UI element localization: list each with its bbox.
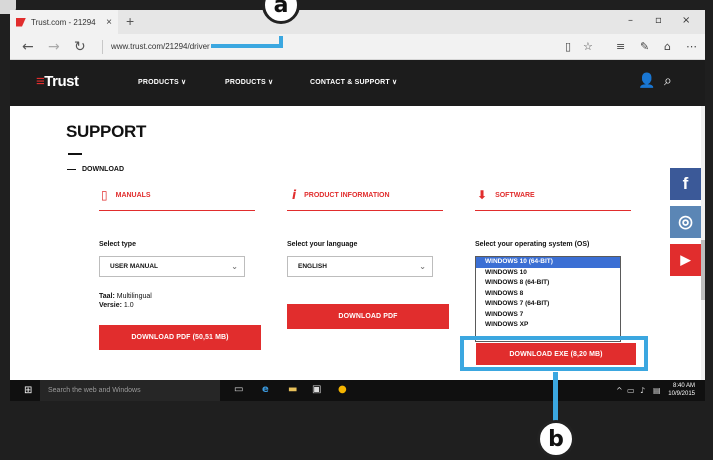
scrollbar-thumb[interactable] (701, 240, 705, 300)
web-note-icon[interactable]: ✎ (640, 40, 649, 53)
nav-contact-support[interactable]: CONTACT & SUPPORT ∨ (310, 78, 397, 86)
taskbar-clock[interactable]: 8:40 AM 10/9/2015 (668, 382, 695, 398)
product-info-heading: i PRODUCT INFORMATION (292, 188, 390, 202)
network-icon[interactable]: ▭ (627, 386, 635, 395)
os-option[interactable]: WINDOWS 8 (476, 289, 620, 300)
forward-arrow-icon[interactable]: → (48, 39, 60, 55)
breadcrumb: DOWNLOAD (67, 166, 124, 173)
product-info-divider (287, 210, 443, 211)
user-icon[interactable]: 👤 (638, 73, 655, 89)
chevron-down-icon: ⌄ (419, 262, 426, 271)
file-explorer-icon[interactable]: ▬ (288, 384, 297, 395)
tab-title: Trust.com - 21294 (31, 17, 96, 27)
os-option[interactable]: WINDOWS 7 (476, 310, 620, 321)
select-language-label: Select your language (287, 241, 358, 248)
os-option[interactable]: WINDOWS 7 (64-BIT) (476, 299, 620, 310)
software-heading: ⬇ SOFTWARE (477, 188, 535, 202)
manual-info: Taal: Multilingual Versie: 1.0 (99, 293, 152, 309)
os-select-list[interactable]: WINDOWS 10 (64-BIT) WINDOWS 10 WINDOWS 8 (… (475, 256, 621, 342)
select-type-label: Select type (99, 241, 136, 248)
software-divider (475, 210, 631, 211)
volume-icon[interactable]: ♪ (640, 386, 645, 395)
instagram-icon[interactable]: ◎ (670, 206, 701, 238)
tab-close-icon[interactable]: × (106, 17, 112, 28)
os-option[interactable]: WINDOWS XP (476, 320, 620, 331)
browser-window: Trust.com - 21294 × + – ▫ × ← → ↻ www.tr… (10, 10, 705, 401)
screenshot-frame: Trust.com - 21294 × + – ▫ × ← → ↻ www.tr… (0, 0, 713, 460)
title-divider (68, 153, 82, 155)
url-field[interactable]: www.trust.com/21294/driver (102, 40, 552, 54)
trust-favicon-icon (16, 17, 26, 27)
download-manual-button[interactable]: DOWNLOAD PDF (50,51 MB) (99, 325, 261, 350)
callout-b-line (553, 372, 558, 422)
os-option[interactable]: WINDOWS 10 (476, 268, 620, 279)
page-title: SUPPORT (66, 122, 147, 141)
chevron-down-icon: ⌄ (231, 262, 238, 271)
favorite-star-icon[interactable]: ☆ (583, 40, 593, 53)
manuals-heading: ▯ MANUALS (101, 188, 151, 202)
manuals-divider (99, 210, 255, 211)
youtube-icon[interactable]: ▶ (670, 244, 701, 276)
callout-b: b (537, 420, 575, 458)
site-header: ≡Trust PRODUCTS ∨ PRODUCTS ∨ CONTACT & S… (10, 60, 705, 106)
more-icon[interactable]: ⋯ (686, 40, 697, 53)
back-arrow-icon[interactable]: ← (22, 39, 34, 55)
download-exe-highlight (460, 336, 648, 371)
windows-start-icon[interactable]: ⊞ (24, 385, 32, 396)
reading-view-icon[interactable]: ▯ (565, 40, 571, 53)
select-os-label: Select your operating system (OS) (475, 241, 590, 248)
notifications-icon[interactable]: ▤ (653, 386, 661, 395)
tray-expand-icon[interactable]: ^ (616, 386, 623, 395)
task-view-icon[interactable]: ▭ (234, 384, 243, 395)
edge-browser-icon[interactable]: e (262, 384, 269, 395)
main-content: SUPPORT DOWNLOAD ▯ MANUALS Select type U… (10, 106, 705, 380)
nav-products-1[interactable]: PRODUCTS ∨ (138, 78, 186, 86)
minimize-button[interactable]: – (628, 15, 633, 26)
search-icon[interactable]: ⌕ (664, 73, 672, 89)
download-icon: ⬇ (477, 188, 488, 202)
browser-tab[interactable]: Trust.com - 21294 × (10, 10, 118, 34)
manual-type-select[interactable]: USER MANUAL ⌄ (99, 256, 245, 277)
hub-icon[interactable]: ≡ (616, 40, 625, 53)
language-select[interactable]: ENGLISH ⌄ (287, 256, 433, 277)
os-option[interactable]: WINDOWS 8 (64-BIT) (476, 278, 620, 289)
download-product-info-button[interactable]: DOWNLOAD PDF (287, 304, 449, 329)
refresh-icon[interactable]: ↻ (74, 39, 86, 55)
share-icon[interactable]: ⌂ (664, 40, 671, 53)
trust-logo[interactable]: ≡Trust (36, 73, 79, 90)
os-option[interactable]: WINDOWS 10 (64-BIT) (476, 257, 620, 268)
store-icon[interactable]: ▣ (312, 384, 321, 395)
new-tab-button[interactable]: + (126, 13, 134, 29)
maximize-button[interactable]: ▫ (655, 15, 662, 26)
close-window-button[interactable]: × (682, 15, 690, 26)
address-bar: ← → ↻ www.trust.com/21294/driver ▯ ☆ ≡ ✎… (10, 34, 705, 60)
callout-a-underline (211, 44, 283, 48)
tab-bar: Trust.com - 21294 × + – ▫ × (10, 10, 705, 34)
info-icon: i (292, 188, 297, 202)
nav-products-2[interactable]: PRODUCTS ∨ (225, 78, 273, 86)
facebook-icon[interactable]: f (670, 168, 701, 200)
taskbar-search-box[interactable]: Search the web and Windows (40, 380, 220, 401)
windows-taskbar: ⊞ Search the web and Windows ▭ e ▬ ▣ ● ^… (10, 380, 705, 401)
chrome-icon[interactable]: ● (338, 384, 347, 395)
document-icon: ▯ (101, 188, 108, 202)
callout-a-stem (279, 36, 283, 48)
